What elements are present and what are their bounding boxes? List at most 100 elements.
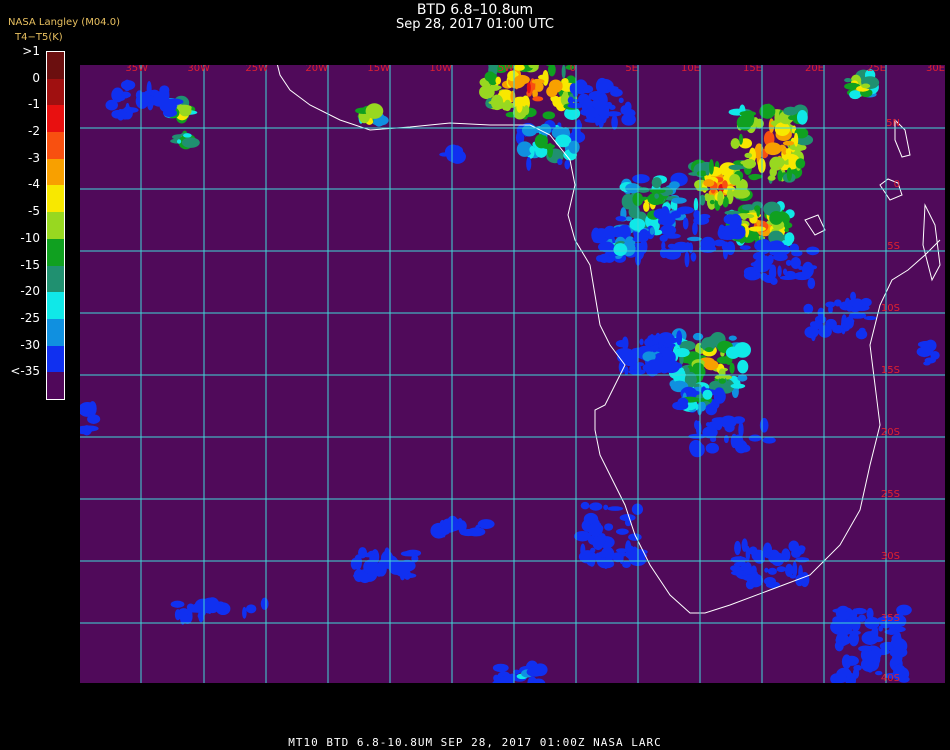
cloud-cell	[851, 298, 864, 309]
cloud-cell	[615, 348, 634, 356]
cloud-cell	[793, 132, 799, 147]
cloud-cell	[693, 197, 699, 212]
cloud-cell	[123, 107, 139, 113]
cloud-cell	[529, 145, 536, 154]
cloud-cell	[739, 245, 751, 250]
cloud-cell	[88, 401, 97, 416]
cloud-cell	[751, 549, 766, 562]
legend-label: -10	[20, 230, 40, 245]
cloud-cell	[671, 197, 687, 204]
cloud-cell	[692, 221, 698, 236]
cloud-cell	[724, 422, 735, 433]
cloud-cell	[744, 561, 752, 575]
cloud-cell	[844, 655, 859, 666]
cloud-cell	[365, 103, 384, 119]
lat-label: 20S	[881, 427, 900, 438]
cloud-cell	[713, 389, 726, 404]
cloud-cell	[580, 501, 590, 510]
cloud-cell	[484, 71, 496, 82]
cloud-cell	[748, 174, 760, 181]
lon-label: 15E	[743, 65, 762, 74]
cloud-cell	[688, 433, 706, 440]
cloud-cell	[179, 609, 186, 625]
cloud-cell	[728, 335, 737, 341]
chart-datetime: Sep 28, 2017 01:00 UTC	[395, 17, 555, 32]
cloud-cell	[849, 90, 862, 100]
legend-swatch	[47, 345, 64, 373]
cloud-cell	[788, 540, 799, 553]
cloud-cell	[762, 436, 776, 444]
cloud-cell	[866, 659, 875, 673]
cloud-cell	[756, 219, 761, 227]
legend-swatch	[47, 292, 64, 320]
cloud-cell	[542, 111, 556, 120]
cloud-cell	[353, 568, 365, 583]
satellite-map: 35W 30W 25W 20W 15W 10W 5W 0 5E 10E 15E 20E 25E 30E 5N…	[80, 65, 945, 683]
cloud-cell	[598, 253, 610, 263]
legend-swatch	[47, 318, 64, 347]
cloud-cell	[729, 213, 742, 229]
cloud-cell	[771, 244, 788, 249]
cloud-cell	[363, 559, 378, 575]
cloud-cell	[788, 115, 797, 121]
cloud-cell	[498, 102, 513, 109]
cloud-cell	[603, 504, 609, 511]
cloud-cell	[654, 193, 659, 199]
cloud-cell	[767, 567, 777, 575]
cloud-cell	[800, 571, 810, 588]
cloud-cell	[732, 416, 746, 424]
cloud-cell	[694, 420, 699, 430]
cloud-cell	[754, 205, 761, 212]
lat-label: 35S	[881, 613, 900, 624]
cloud-cell	[649, 227, 655, 235]
cloud-cell	[561, 65, 566, 79]
cloud-cell	[786, 167, 792, 182]
cloud-cell	[439, 152, 451, 157]
legend-swatch	[47, 105, 64, 133]
cloud-cell	[759, 417, 769, 433]
cloud-cell	[835, 605, 851, 621]
cloud-cell	[764, 142, 782, 156]
cloud-cell	[615, 548, 628, 553]
cloud-cell	[784, 270, 796, 278]
cloud-cell	[260, 597, 269, 610]
cloud-cell	[597, 550, 612, 558]
cloud-cell	[698, 213, 711, 220]
cloud-cell	[789, 243, 800, 254]
cloud-cell	[682, 217, 689, 230]
cloud-cell	[730, 556, 747, 563]
cloud-cell	[584, 117, 603, 123]
cloud-cell	[615, 528, 629, 535]
cloud-cell	[561, 77, 569, 85]
cloud-cell	[730, 138, 740, 150]
cloud-cell	[732, 188, 751, 199]
cloud-cell	[721, 244, 728, 251]
cloud-cell	[532, 96, 544, 102]
cloud-cell	[769, 167, 777, 177]
cloud-cell	[737, 359, 749, 374]
cloud-cell	[170, 600, 185, 608]
cloud-cell	[579, 95, 592, 102]
cloud-cell	[671, 362, 683, 369]
cloud-cell	[744, 152, 753, 159]
cloud-cell	[688, 390, 701, 396]
cloud-cell	[105, 99, 118, 111]
cloud-cell	[619, 514, 636, 522]
cloud-cell	[748, 226, 766, 232]
cloud-cell	[634, 362, 645, 367]
cloud-cell	[526, 82, 531, 94]
cloud-cell	[784, 563, 794, 577]
cloud-cell	[723, 434, 729, 444]
lat-label: 40S	[881, 673, 900, 683]
cloud-cell	[114, 95, 126, 102]
cloud-cell	[725, 346, 741, 359]
cloud-cell	[645, 359, 664, 374]
cloud-cell	[729, 174, 741, 185]
legend-swatch	[47, 78, 64, 106]
cloud-cell	[744, 214, 755, 219]
cloud-cell	[181, 137, 200, 148]
cloud-cell	[183, 133, 192, 138]
lat-label: 0	[894, 179, 900, 190]
cloud-cell	[610, 88, 623, 97]
cloud-cell	[526, 156, 532, 171]
